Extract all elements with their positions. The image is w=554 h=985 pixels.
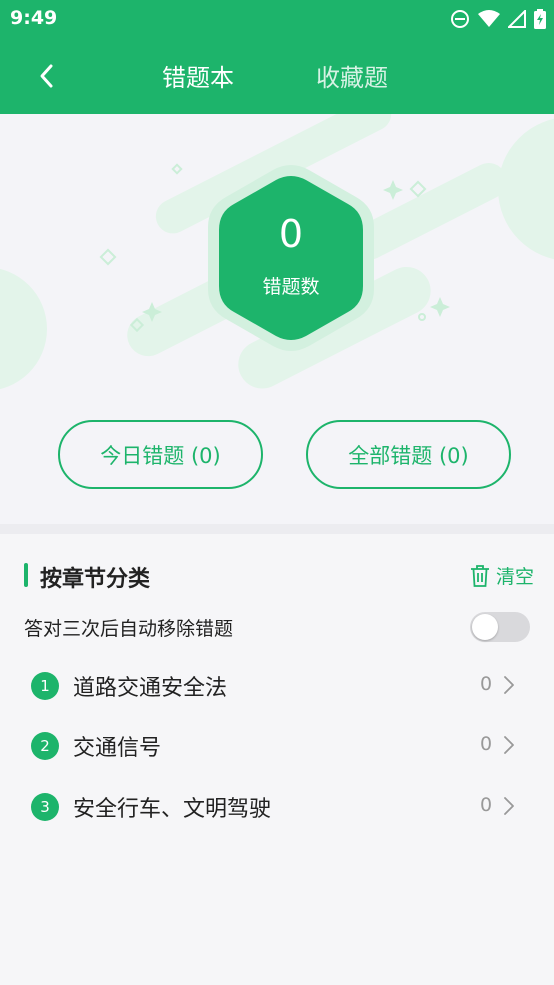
chapter-section: 按章节分类 清空 答对三次后自动移除错题 1 道路交通安全法 0 2 交通信号 … [0, 534, 554, 985]
chapter-row[interactable]: 1 道路交通安全法 0 [0, 657, 554, 717]
wrong-count-badge: 0 错题数 [204, 164, 378, 352]
chapter-count: 0 [480, 673, 493, 695]
chapter-name: 交通信号 [73, 736, 162, 761]
status-time: 9:49 [10, 7, 58, 29]
chevron-right-icon [504, 797, 514, 815]
chapter-row[interactable]: 3 安全行车、文明驾驶 0 [0, 778, 554, 838]
auto-remove-toggle[interactable] [470, 612, 530, 642]
chapter-index: 3 [31, 793, 59, 821]
wrong-count-label: 错题数 [262, 276, 320, 298]
clear-label: 清空 [495, 566, 534, 588]
toggle-knob [472, 614, 498, 640]
back-button[interactable] [26, 56, 66, 96]
auto-remove-label: 答对三次后自动移除错题 [24, 618, 234, 640]
chapter-count: 0 [480, 733, 493, 755]
summary-panel: 0 错题数 今日错题 (0) 全部错题 (0) [0, 114, 554, 524]
chapter-index: 1 [31, 672, 59, 700]
chapter-row[interactable]: 2 交通信号 0 [0, 717, 554, 777]
section-divider [0, 524, 554, 534]
battery-charging-icon [534, 9, 546, 29]
status-icons [450, 8, 546, 30]
tab-favorites[interactable]: 收藏题 [316, 58, 388, 93]
wrong-count-value: 0 [278, 212, 304, 256]
app-header: 错题本 收藏题 [0, 38, 554, 114]
today-wrong-button[interactable]: 今日错题 (0) [58, 420, 263, 489]
section-accent-bar [24, 563, 28, 587]
chapter-index: 2 [31, 732, 59, 760]
clear-button[interactable]: 清空 [470, 562, 534, 589]
hexagon-badge-shape [208, 165, 374, 351]
trash-icon [470, 564, 489, 587]
signal-icon [508, 10, 526, 28]
wifi-icon [478, 10, 500, 27]
chapter-name: 安全行车、文明驾驶 [73, 797, 272, 822]
do-not-disturb-icon [451, 10, 469, 28]
section-title: 按章节分类 [40, 567, 151, 592]
tab-wrong-questions[interactable]: 错题本 [162, 58, 234, 93]
chevron-left-icon [40, 64, 53, 88]
chapter-count: 0 [480, 794, 493, 816]
chevron-right-icon [504, 676, 514, 694]
status-bar: 9:49 [0, 0, 554, 38]
all-wrong-button[interactable]: 全部错题 (0) [306, 420, 511, 489]
chapter-name: 道路交通安全法 [73, 676, 228, 701]
chevron-right-icon [504, 736, 514, 754]
